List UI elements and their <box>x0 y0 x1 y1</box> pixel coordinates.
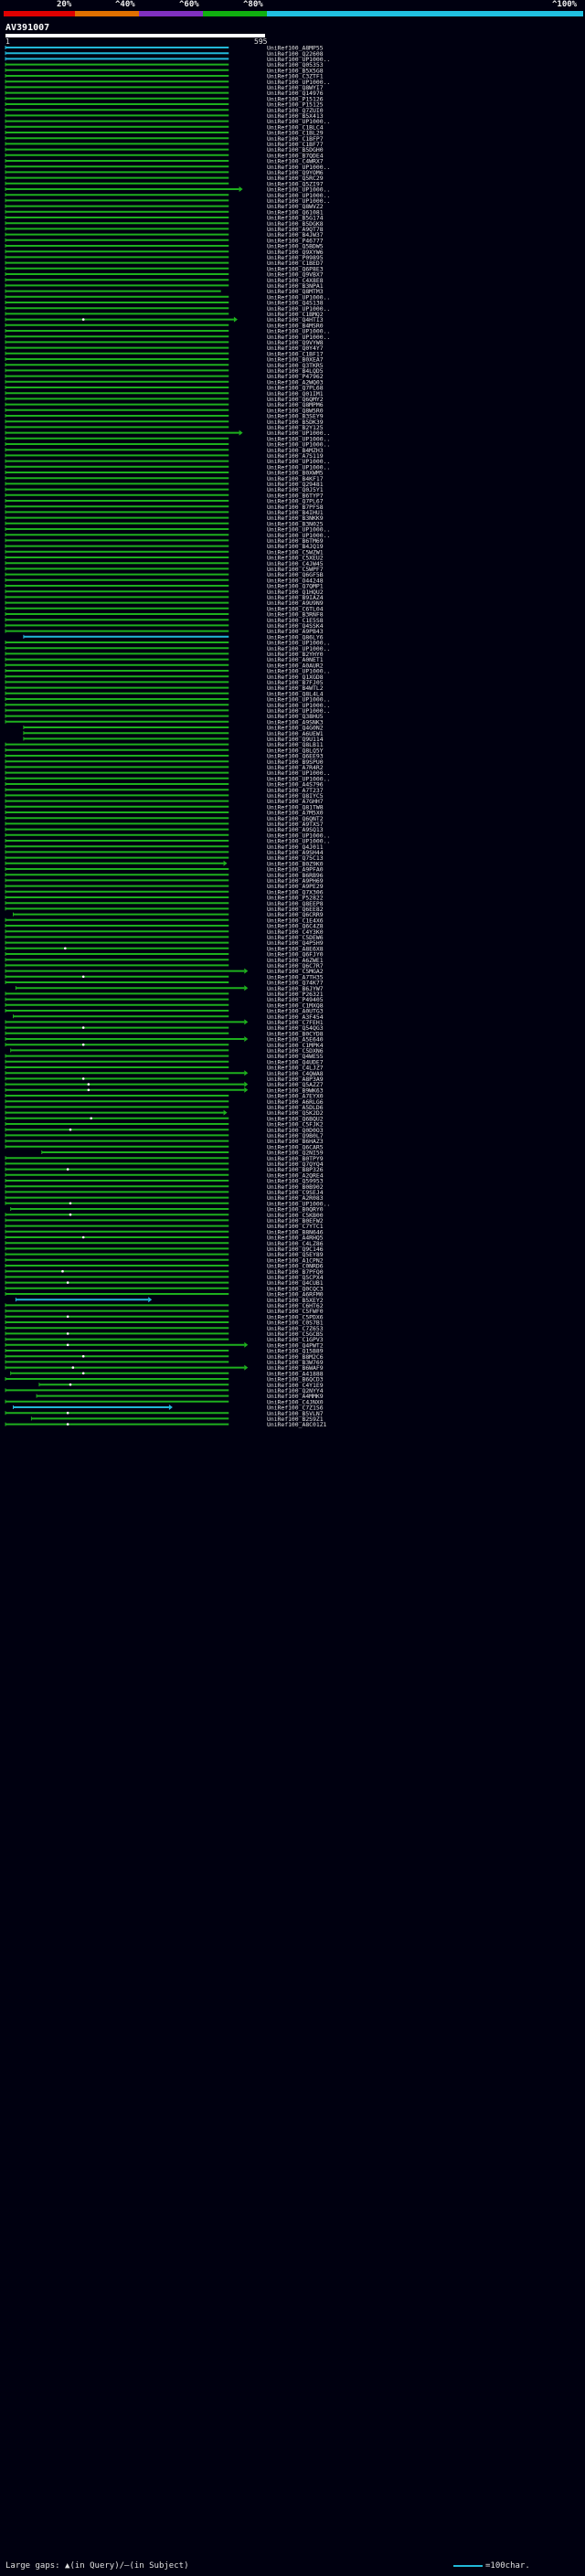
query-gap-marker <box>87 1088 90 1092</box>
hit-alignment-chart: UniRef100_A8MP55UniRef100_Q22608UniRef10… <box>5 45 330 1428</box>
query-gap-marker <box>81 1354 85 1358</box>
hit-arrowhead <box>244 1341 249 1348</box>
query-gap-marker <box>69 1128 72 1131</box>
query-gap-marker <box>66 1423 69 1426</box>
hit-arrowhead <box>244 1036 249 1042</box>
query-gap-marker <box>81 1372 85 1375</box>
query-gap-marker <box>66 1315 69 1319</box>
hit-arrowhead <box>148 1297 153 1303</box>
hit-arrowhead <box>244 1081 249 1087</box>
query-gap-marker <box>71 1366 75 1369</box>
query-gap-marker <box>61 1269 64 1273</box>
query-gap-marker <box>87 1083 90 1086</box>
query-gap-marker <box>90 1117 93 1120</box>
query-gap-marker <box>66 1332 69 1335</box>
query-gap-marker <box>69 1383 72 1386</box>
query-gap-marker <box>66 1168 69 1171</box>
hit-label[interactable]: UniRef100_A8C01Z1 <box>267 1421 327 1428</box>
hit-arrowhead <box>239 429 243 436</box>
hit-arrowhead <box>244 1070 249 1076</box>
query-gap-marker <box>69 1213 72 1216</box>
scale-legend-swatch <box>453 2564 483 2567</box>
query-gap-marker <box>81 1077 85 1080</box>
query-gap-marker <box>69 1202 72 1205</box>
large-gaps-legend: Large gaps: ▲(in Query)/—(in Subject) <box>5 2561 189 2571</box>
hit-arrowhead <box>244 968 249 974</box>
hit-arrowhead <box>239 186 243 192</box>
query-gap-marker <box>81 975 85 979</box>
query-gap-marker <box>81 1026 85 1029</box>
query-gap-marker <box>81 318 85 321</box>
hit-arrowhead <box>244 985 249 991</box>
hit-arrowhead <box>223 1109 228 1116</box>
scale-legend-text: =100char. <box>485 2561 530 2571</box>
query-gap-marker <box>81 1235 85 1239</box>
hit-arrowhead <box>233 316 238 323</box>
hit-arrowhead <box>244 1087 249 1093</box>
query-gap-marker <box>66 1411 69 1415</box>
hit-arrowhead <box>223 860 228 866</box>
hit-arrowhead <box>244 1364 249 1371</box>
query-gap-marker <box>66 1281 69 1284</box>
query-gap-marker <box>81 1043 85 1046</box>
scale-legend: =100char. <box>453 2561 530 2571</box>
query-gap-marker <box>64 947 67 950</box>
hit-arrowhead <box>244 1019 249 1025</box>
query-gap-marker <box>66 1343 69 1347</box>
hit-arrowhead <box>168 1405 173 1410</box>
